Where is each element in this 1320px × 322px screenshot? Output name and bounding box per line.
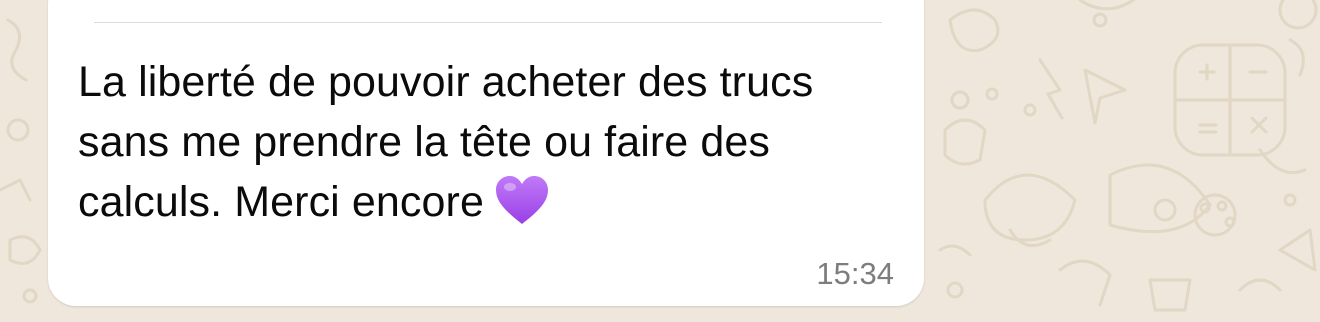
purple-heart-icon bbox=[494, 174, 550, 226]
message-text: La liberté de pouvoir acheter des trucs … bbox=[78, 58, 814, 226]
message-text-container: La liberté de pouvoir acheter des trucs … bbox=[78, 52, 878, 232]
message-timestamp: 15:34 bbox=[816, 256, 894, 291]
incoming-message-bubble[interactable]: La liberté de pouvoir acheter des trucs … bbox=[48, 0, 924, 306]
quote-divider bbox=[94, 22, 882, 23]
